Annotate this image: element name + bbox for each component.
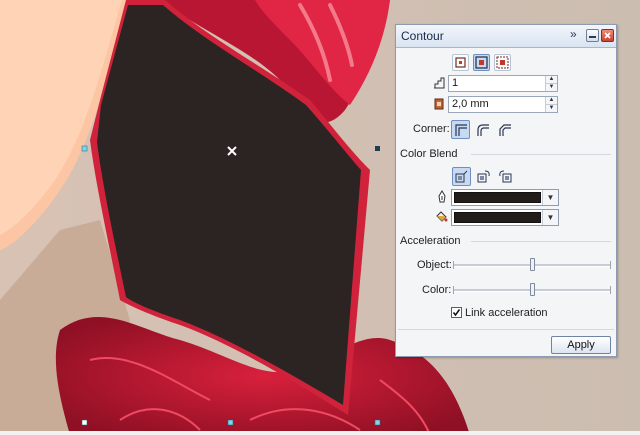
counterclockwise-blend-icon[interactable] <box>496 167 515 186</box>
object-acceleration-slider[interactable] <box>453 258 611 272</box>
steps-spinner[interactable]: ▲ ▼ <box>545 76 557 91</box>
outside-icon[interactable] <box>494 54 511 71</box>
chevron-right-icon[interactable]: » <box>570 28 584 41</box>
slider-thumb[interactable] <box>530 258 535 271</box>
section-divider <box>398 329 614 330</box>
acceleration-heading: Acceleration <box>400 235 461 247</box>
corner-label: Corner: <box>413 123 450 135</box>
slider-tick <box>453 261 454 269</box>
offset-value: 2,0 mm <box>452 98 489 110</box>
selection-handle[interactable] <box>81 145 88 152</box>
linear-blend-icon[interactable] <box>452 167 471 186</box>
minimize-icon[interactable] <box>586 29 599 42</box>
inside-icon[interactable] <box>473 54 490 71</box>
close-icon[interactable] <box>601 29 614 42</box>
selection-handle[interactable] <box>81 419 88 426</box>
contour-docker: Contour » 1 ▲ ▼ 2,0 mm ▲ ▼ Corner: Color… <box>395 24 617 357</box>
outline-color-swatch <box>454 192 541 203</box>
selection-handle[interactable] <box>375 146 380 151</box>
slider-thumb[interactable] <box>530 283 535 296</box>
link-acceleration-label: Link acceleration <box>465 307 548 319</box>
pen-icon <box>436 190 448 207</box>
offset-spinner[interactable]: ▲ ▼ <box>545 97 557 112</box>
steps-input[interactable]: 1 ▲ ▼ <box>448 75 558 92</box>
steps-icon <box>433 77 445 92</box>
color-acceleration-slider[interactable] <box>453 283 611 297</box>
round-corner-icon[interactable] <box>473 120 492 139</box>
canvas-bottom-strip <box>0 431 640 435</box>
color-blend-heading: Color Blend <box>400 148 458 160</box>
outline-color-picker[interactable]: ▼ <box>451 189 559 206</box>
docker-title: Contour <box>401 29 444 43</box>
object-acceleration-label: Object: <box>417 259 452 271</box>
steps-value: 1 <box>452 77 459 89</box>
selection-handle[interactable] <box>227 419 234 426</box>
offset-input[interactable]: 2,0 mm ▲ ▼ <box>448 96 558 113</box>
offset-icon <box>433 98 445 113</box>
chevron-down-icon[interactable]: ▼ <box>542 210 558 225</box>
section-divider <box>471 154 611 155</box>
fill-color-swatch <box>454 212 541 223</box>
color-acceleration-label: Color: <box>422 284 452 296</box>
bevel-corner-icon[interactable] <box>495 120 514 139</box>
slider-tick <box>610 261 611 269</box>
fill-color-picker[interactable]: ▼ <box>451 209 559 226</box>
slider-tick <box>453 286 454 294</box>
mitered-corner-icon[interactable] <box>451 120 470 139</box>
slider-tick <box>610 286 611 294</box>
link-acceleration-checkbox[interactable] <box>451 307 462 318</box>
apply-button[interactable]: Apply <box>551 336 611 354</box>
docker-title-bar[interactable]: Contour » <box>396 25 616 48</box>
chevron-down-icon[interactable]: ▼ <box>542 190 558 205</box>
to-center-icon[interactable] <box>452 54 469 71</box>
selection-handle[interactable] <box>374 419 381 426</box>
section-divider <box>471 241 611 242</box>
clockwise-blend-icon[interactable] <box>474 167 493 186</box>
paint-bucket-icon <box>435 210 448 226</box>
